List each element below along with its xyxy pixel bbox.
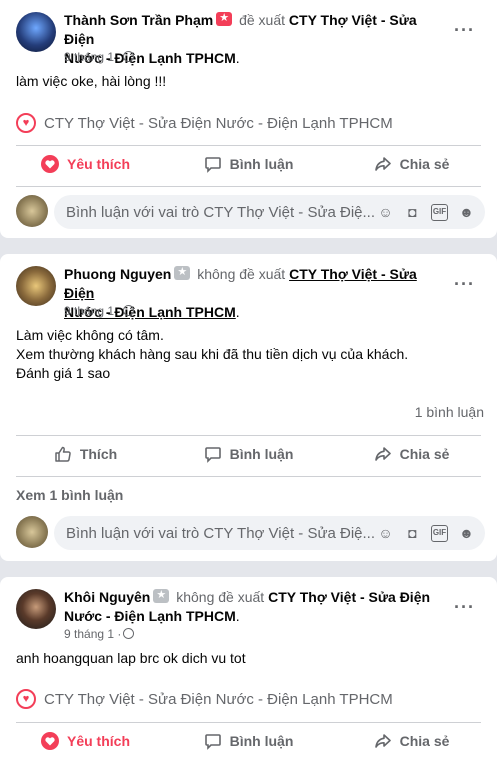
heart-icon: ♥ — [16, 689, 36, 709]
comment-button[interactable]: Bình luận — [167, 146, 330, 182]
more-options-icon[interactable]: ··· — [454, 598, 475, 616]
author-name[interactable]: Phuong Nguyen — [64, 266, 171, 282]
post-meta: 9 tháng 1 · — [64, 304, 135, 318]
heart-icon — [40, 732, 59, 750]
comment-composer: Bình luận với vai trò CTY Thợ Việt - Sửa… — [16, 516, 485, 552]
share-button[interactable]: Chia sẻ — [330, 146, 493, 182]
emoji-icon[interactable]: ☺ — [377, 204, 394, 221]
comment-icon — [204, 447, 221, 463]
recommend-page-name: CTY Thợ Việt - Sửa Điện Nước - Điện Lạnh… — [44, 114, 393, 132]
gif-icon[interactable]: GIF — [431, 204, 448, 221]
comment-button[interactable]: Bình luận — [167, 723, 330, 757]
action-bar: Yêu thích Bình luận Chia sẻ — [4, 723, 493, 757]
camera-icon[interactable]: ◘ — [404, 204, 421, 221]
share-button[interactable]: Chia sẻ — [330, 436, 493, 472]
post-text: Làm việc không có tâm. Xem thường khách … — [16, 327, 409, 381]
share-icon — [374, 734, 391, 748]
review-post: Khôi Nguyên không đề xuất CTY Thợ Việt -… — [0, 577, 497, 757]
globe-icon — [123, 628, 135, 639]
divider — [16, 476, 481, 477]
recommendation-row[interactable]: ♥ CTY Thợ Việt - Sửa Điện Nước - Điện Lạ… — [16, 113, 393, 133]
recommend-verb: không đề xuất — [176, 589, 265, 605]
comment-icon — [204, 157, 221, 173]
thumbs-up-icon — [55, 446, 71, 462]
more-options-icon[interactable]: ··· — [454, 21, 475, 39]
share-icon — [374, 157, 391, 171]
avatar[interactable] — [16, 589, 56, 629]
like-button[interactable]: Yêu thích — [4, 146, 167, 182]
post-header: Khôi Nguyên không đề xuất CTY Thợ Việt -… — [64, 588, 444, 626]
post-text: anh hoangquan lap brc ok dich vu tot — [16, 650, 246, 666]
share-button[interactable]: Chia sẻ — [330, 723, 493, 757]
avatar[interactable] — [16, 266, 56, 306]
post-meta: 9 tháng 1 · — [64, 627, 135, 641]
recommend-page-name: CTY Thợ Việt - Sửa Điện Nước - Điện Lạnh… — [44, 690, 393, 708]
comment-count[interactable]: 1 bình luận — [415, 404, 484, 420]
recommend-badge-icon — [153, 588, 170, 603]
composer-icons: ☺ ◘ GIF ☻ — [377, 204, 475, 221]
author-name[interactable]: Thành Sơn Trần Phạm — [64, 12, 213, 28]
sticker-icon[interactable]: ☻ — [458, 204, 475, 221]
action-bar: Thích Bình luận Chia sẻ — [4, 436, 493, 472]
page-avatar — [16, 195, 48, 227]
camera-icon[interactable]: ◘ — [404, 525, 421, 542]
avatar[interactable] — [16, 12, 56, 52]
emoji-icon[interactable]: ☺ — [377, 525, 394, 542]
heart-icon: ♥ — [16, 113, 36, 133]
see-comments-link[interactable]: Xem 1 bình luận — [16, 487, 123, 503]
sticker-icon[interactable]: ☻ — [458, 525, 475, 542]
recommend-badge-icon — [174, 265, 191, 280]
action-bar: Yêu thích Bình luận Chia sẻ — [4, 146, 493, 182]
like-button[interactable]: Thích — [4, 436, 167, 472]
post-text: làm việc oke, hài lòng !!! — [16, 73, 167, 89]
like-button[interactable]: Yêu thích — [4, 723, 167, 757]
post-time[interactable]: 9 tháng 1 — [64, 304, 114, 318]
more-options-icon[interactable]: ··· — [454, 275, 475, 293]
recommend-verb: đề xuất — [239, 12, 286, 28]
post-time[interactable]: 9 tháng 1 — [64, 50, 114, 64]
globe-icon — [123, 51, 135, 62]
author-name[interactable]: Khôi Nguyên — [64, 589, 150, 605]
heart-icon — [40, 155, 59, 173]
recommend-badge-icon — [216, 11, 233, 26]
recommendation-row[interactable]: ♥ CTY Thợ Việt - Sửa Điện Nước - Điện Lạ… — [16, 689, 393, 709]
share-icon — [374, 447, 391, 461]
comment-icon — [204, 734, 221, 750]
review-post: Thành Sơn Trần Phạm đề xuất CTY Thợ Việt… — [0, 0, 497, 238]
recommend-verb: không đề xuất — [197, 266, 286, 282]
divider — [16, 186, 481, 187]
comment-button[interactable]: Bình luận — [167, 436, 330, 472]
comment-composer: Bình luận với vai trò CTY Thợ Việt - Sửa… — [16, 195, 485, 231]
globe-icon — [123, 305, 135, 316]
page-avatar — [16, 516, 48, 548]
post-meta: 9 tháng 1 · — [64, 50, 135, 64]
gif-icon[interactable]: GIF — [431, 525, 448, 542]
composer-icons: ☺ ◘ GIF ☻ — [377, 525, 475, 542]
review-post: Phuong Nguyen không đề xuất CTY Thợ Việt… — [0, 254, 497, 561]
post-time[interactable]: 9 tháng 1 — [64, 627, 114, 641]
